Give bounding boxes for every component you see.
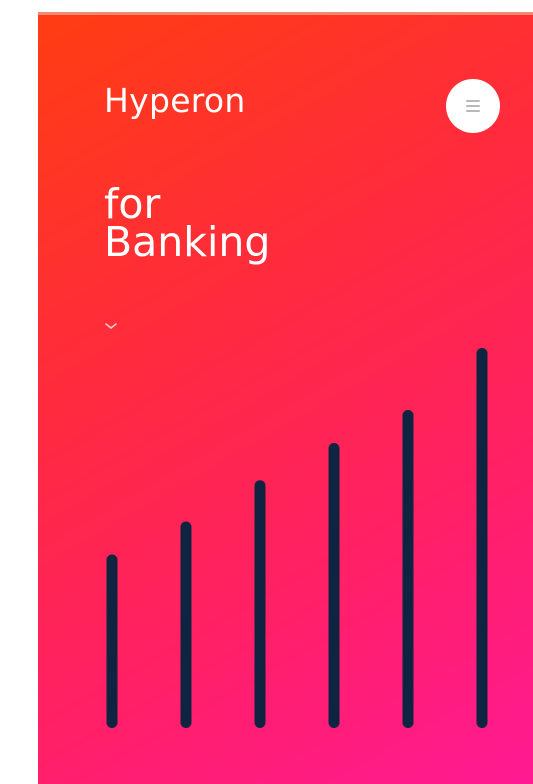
chart-bar-5 xyxy=(402,409,414,728)
chart-bar-1 xyxy=(106,554,118,728)
page: Hyperon for Banking xyxy=(0,0,533,784)
chart-bar-4 xyxy=(328,443,340,728)
chart-bar-2 xyxy=(180,521,192,728)
chart-bar-6 xyxy=(476,348,488,728)
bar-chart xyxy=(106,348,488,728)
hero-banner: Hyperon for Banking xyxy=(38,15,533,784)
chart-bar-3 xyxy=(254,480,266,728)
